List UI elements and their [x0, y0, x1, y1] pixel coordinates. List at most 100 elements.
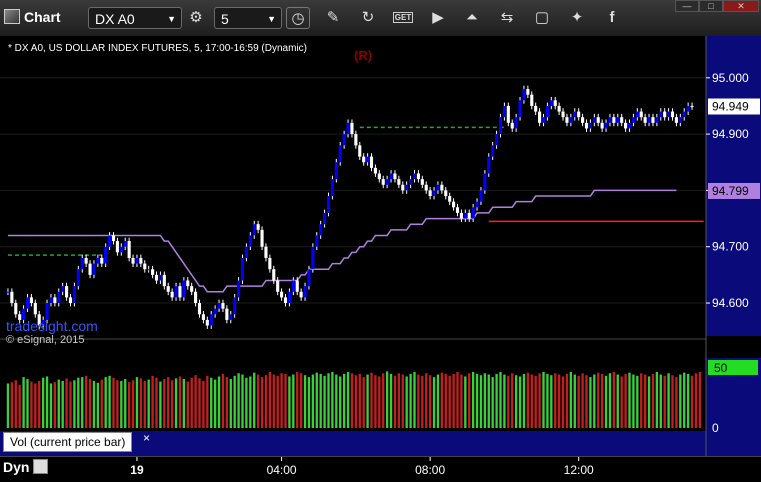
candle-body [635, 111, 639, 118]
volume-bar [432, 377, 436, 428]
volume-bar [522, 373, 526, 428]
volume-bar [22, 377, 25, 428]
link-icon[interactable]: ⇆ [495, 7, 519, 29]
volume-bar [651, 373, 655, 428]
clock-icon[interactable]: ◷ [286, 7, 310, 29]
time-axis: Dyn 19 04:00 08:00 12:00 [0, 456, 761, 482]
volume-panel-close-button[interactable]: × [143, 431, 150, 445]
volume-bar [135, 377, 139, 428]
candle-body [561, 111, 565, 118]
symbol-select[interactable]: DX A0 ▼ [88, 7, 182, 29]
candle-body [592, 117, 596, 123]
candle-body [541, 117, 546, 123]
candle-body [311, 246, 315, 270]
volume-bar [84, 375, 88, 428]
candle-body [268, 257, 272, 270]
candle-body [624, 122, 628, 129]
candle-body [80, 257, 84, 270]
candle-body [401, 184, 405, 191]
y-tick-label: 95.000 [712, 71, 749, 85]
candle-body [565, 117, 569, 123]
volume-bar [92, 380, 96, 428]
volume-bar [311, 374, 315, 428]
x-tick-label: 19 [130, 463, 144, 477]
price-chart[interactable]: 94.60094.70094.80094.90095.00094.94994.7… [0, 36, 761, 456]
candle-body [49, 297, 53, 304]
alert-icon[interactable]: ⏶ [460, 7, 484, 29]
volume-bar [526, 372, 530, 428]
volume-panel-label[interactable]: Vol (current price bar) [3, 432, 133, 452]
maximize-button[interactable]: □ [699, 0, 723, 12]
volume-bar [155, 377, 158, 428]
volume-bar [436, 374, 440, 428]
pen-icon[interactable]: ✎ [321, 7, 345, 29]
candle-body [221, 303, 225, 309]
candle-body [444, 190, 448, 197]
candle-body [158, 274, 162, 281]
candle-body [303, 286, 307, 298]
candle-body [569, 117, 573, 123]
chart-app-label: Chart [24, 9, 61, 25]
volume-bar [182, 379, 186, 428]
volume-bar [210, 377, 213, 428]
minimize-button[interactable]: — [675, 0, 699, 12]
volume-bar [471, 372, 475, 428]
candle-body [135, 257, 139, 264]
volume-bar [124, 379, 127, 428]
volume-bar [174, 378, 178, 428]
candle-body [412, 173, 417, 180]
candle-body [655, 117, 659, 123]
candle-body [366, 156, 370, 163]
volume-bar [237, 373, 240, 428]
candle-body [10, 291, 14, 304]
candle-body [287, 291, 291, 304]
volume-bar [565, 373, 569, 428]
candle-body [166, 286, 170, 292]
interval-select[interactable]: 5 ▼ [214, 7, 282, 29]
refresh-icon[interactable]: ↻ [356, 7, 380, 29]
volume-bar [694, 373, 698, 428]
candle-body [354, 134, 358, 146]
candle-body [342, 134, 346, 146]
play-icon[interactable]: ▶ [426, 7, 450, 29]
candle-body [326, 196, 331, 213]
candle-body [620, 117, 624, 123]
volume-bar [88, 379, 92, 428]
volume-tick-label: 0 [712, 421, 719, 435]
volume-bar [73, 380, 76, 428]
candle-body [588, 122, 592, 129]
volume-bar [276, 375, 279, 428]
volume-bar [487, 374, 490, 428]
candle-body [178, 286, 182, 298]
candle-body [604, 122, 608, 129]
copyright: © eSignal, 2015 [6, 334, 84, 346]
candle-body [596, 117, 600, 123]
get-icon[interactable]: GET [391, 7, 415, 29]
r-marker: (R) [354, 48, 372, 63]
close-button[interactable]: ✕ [723, 0, 759, 12]
volume-bar [385, 371, 389, 428]
volume-bar [507, 375, 510, 428]
volume-bar [331, 372, 334, 428]
facebook-icon[interactable]: f [600, 7, 624, 29]
comment-icon[interactable]: ▢ [530, 7, 554, 29]
candle-body [416, 173, 420, 180]
twitter-icon[interactable]: ✦ [565, 7, 589, 29]
volume-bar [292, 374, 295, 428]
candle-body [631, 117, 635, 123]
candle-body [674, 117, 678, 123]
symbol-settings-icon[interactable]: ⚙ [184, 7, 208, 29]
volume-bar [143, 380, 146, 428]
volume-bar [511, 373, 514, 428]
volume-bar [225, 377, 229, 428]
last-price-tag: 94.949 [712, 100, 749, 114]
volume-bar [96, 382, 100, 428]
candle-body [205, 319, 209, 326]
candle-body [53, 297, 57, 304]
candle-body [577, 111, 581, 118]
volume-bar [370, 372, 373, 428]
candle-body [424, 184, 428, 191]
candle-body [346, 122, 350, 135]
candle-body [139, 257, 143, 264]
volume-bar [249, 376, 252, 428]
